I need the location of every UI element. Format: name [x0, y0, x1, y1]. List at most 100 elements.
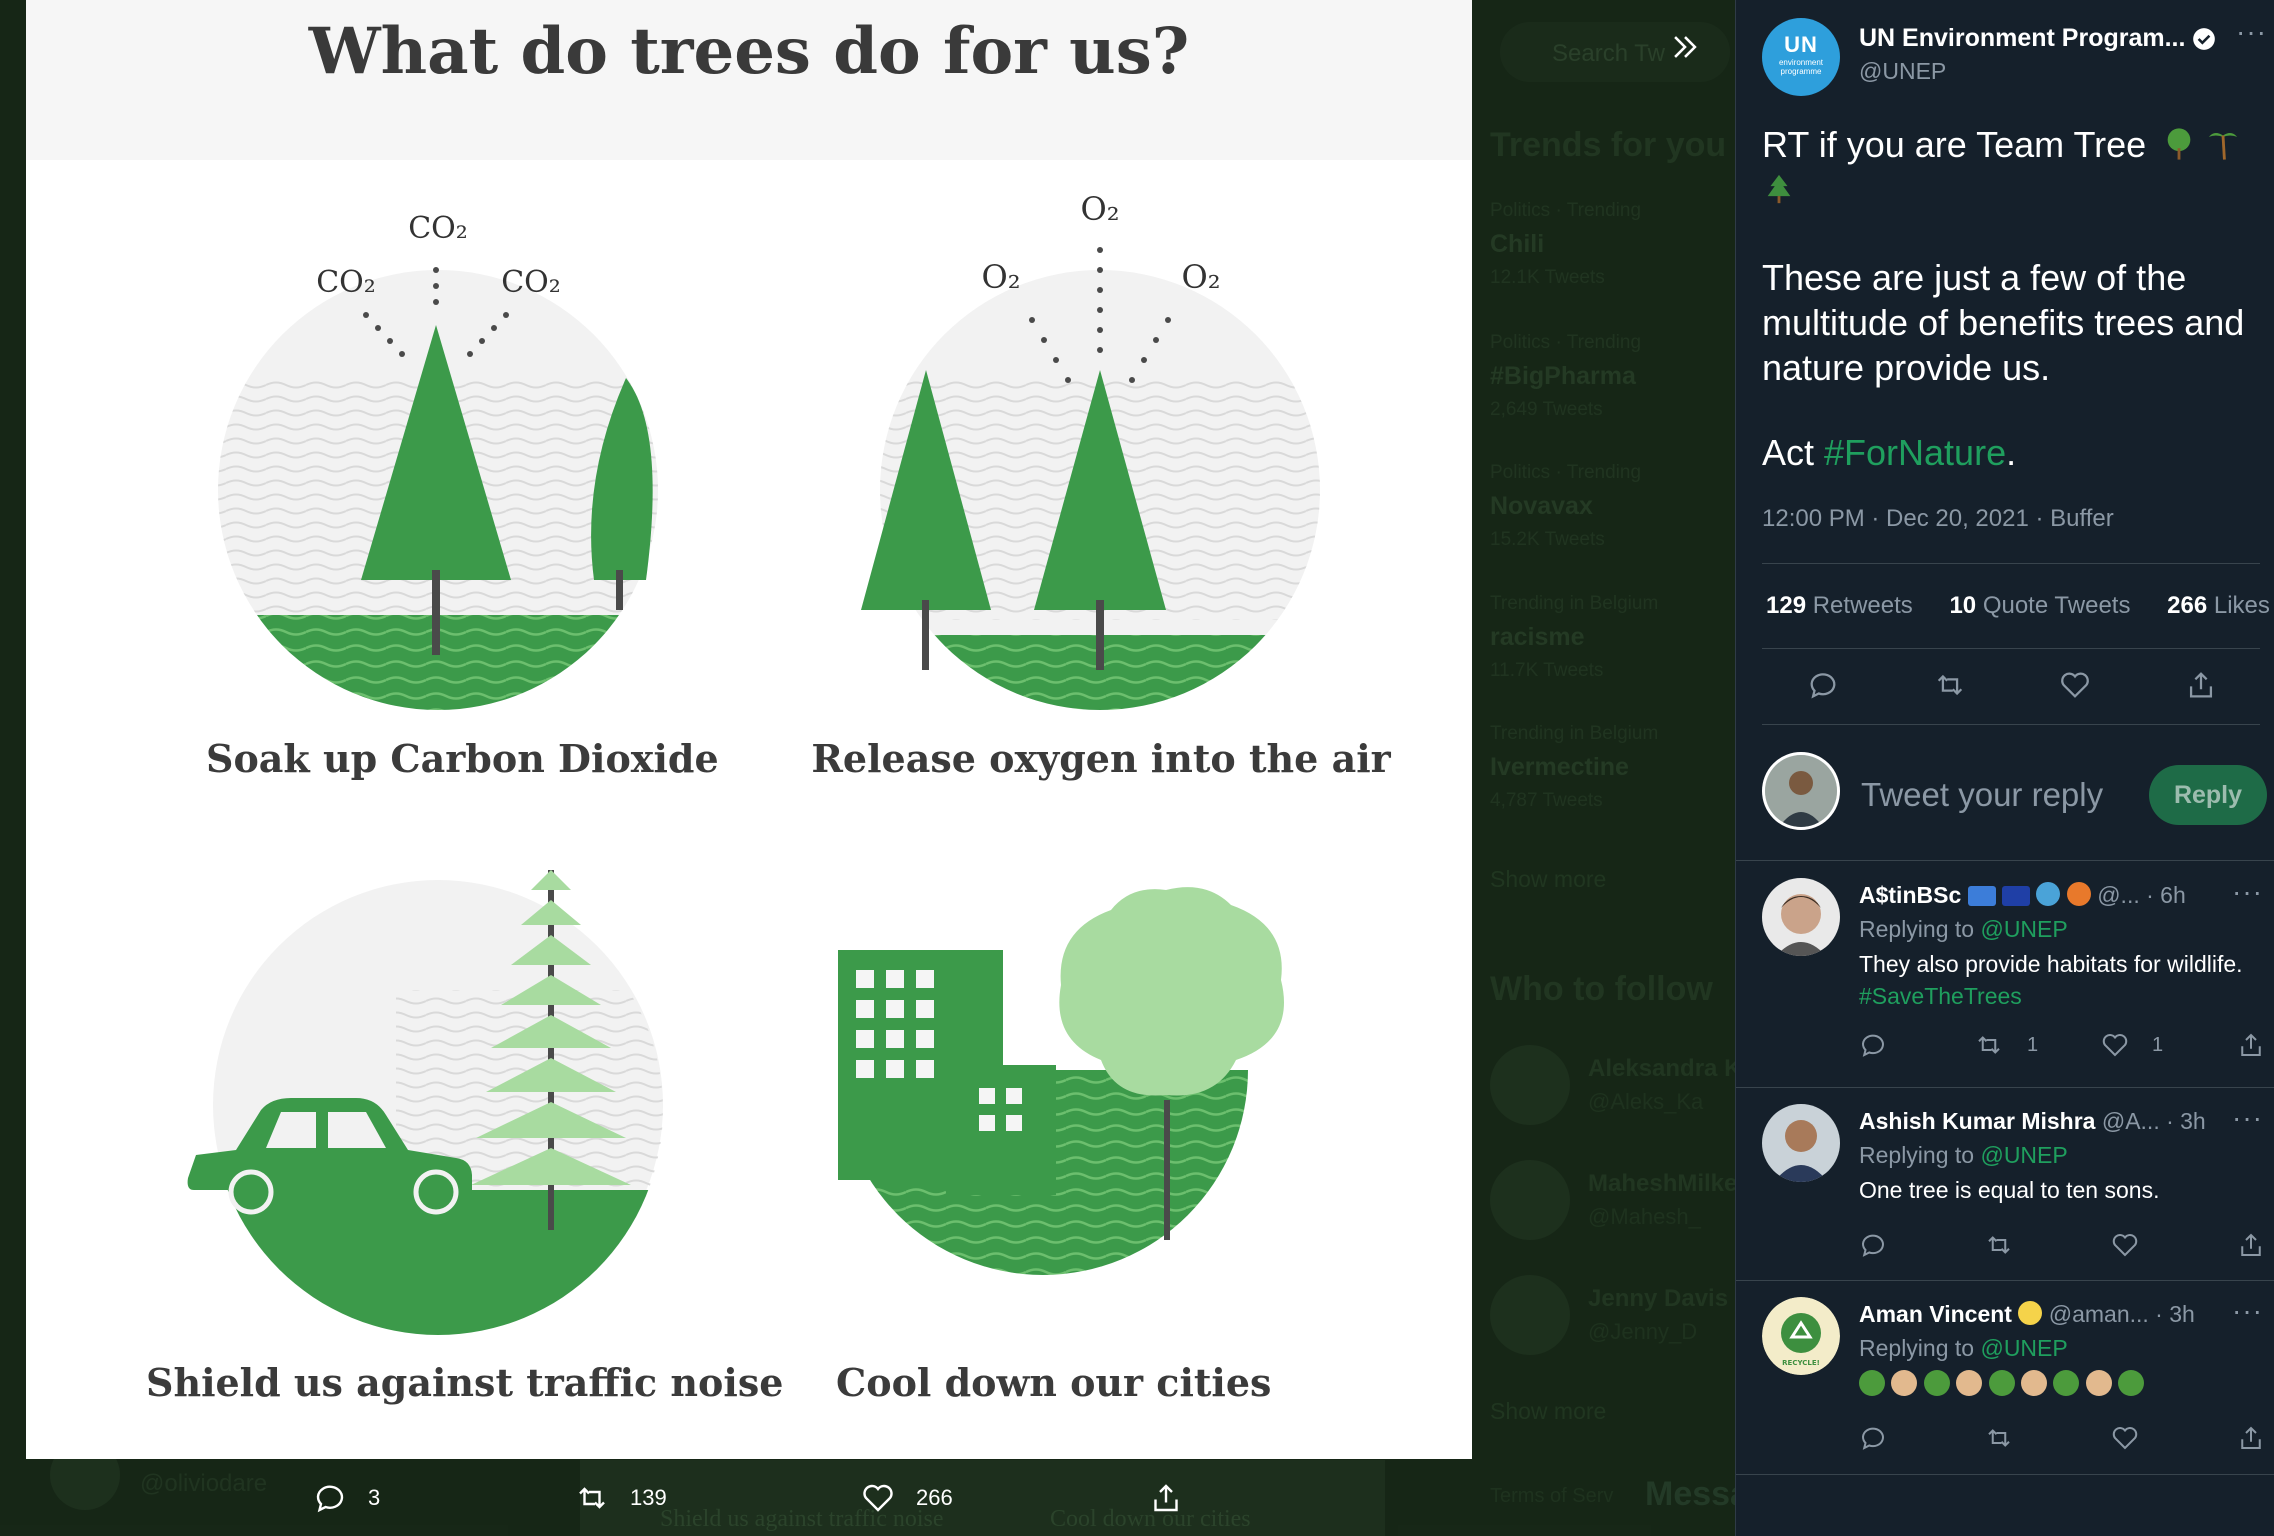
more-options-icon[interactable]: ···	[2236, 16, 2267, 48]
caption-traffic-noise: Shield us against traffic noise	[146, 1360, 784, 1405]
divider	[1736, 1474, 2274, 1475]
author-handle[interactable]: @UNEP	[1859, 58, 1946, 85]
tweet-text-paragraph: These are just a few of the multitude of…	[1762, 257, 2245, 388]
folded-hands-icon	[2020, 1370, 2047, 1396]
avatar-logo-text: UN	[1784, 32, 1818, 57]
hashtag-savethetrees-link[interactable]: #SaveTheTrees	[1859, 983, 2022, 1009]
svg-text:CO₂: CO₂	[501, 265, 561, 300]
collapse-panel-icon[interactable]	[1668, 30, 1702, 64]
caption-soak-co2: Soak up Carbon Dioxide	[206, 736, 719, 781]
more-options-icon[interactable]: ···	[2232, 876, 2263, 908]
share-icon[interactable]	[2236, 1230, 2266, 1260]
fox-icon	[2066, 882, 2091, 906]
reply-author[interactable]: A$tinBSc @... · 6h	[1859, 882, 2186, 909]
divider	[1762, 648, 2260, 649]
tree-icon	[1859, 1370, 1885, 1396]
likes-stat[interactable]: 266 Likes	[2167, 592, 2270, 619]
deciduous-tree-icon	[2167, 128, 2191, 160]
reply-icon[interactable]	[1806, 668, 1840, 702]
divider	[1736, 860, 2274, 861]
palm-tree-icon	[2209, 132, 2238, 160]
retweet-icon[interactable]	[1974, 1030, 2004, 1060]
mention-link[interactable]: @UNEP	[1980, 1142, 2067, 1168]
more-options-icon[interactable]: ···	[2232, 1295, 2263, 1327]
reply-author[interactable]: Aman Vincent @aman... · 3h	[1859, 1301, 2195, 1328]
divider	[1762, 563, 2260, 564]
mention-link[interactable]: @UNEP	[1980, 1335, 2067, 1361]
author-name[interactable]: UN Environment Program...	[1859, 24, 2185, 53]
folded-hands-icon	[2085, 1370, 2112, 1396]
reply-author[interactable]: Ashish Kumar Mishra @A... · 3h	[1859, 1108, 2206, 1135]
heart-icon[interactable]	[2100, 1030, 2130, 1060]
avatar[interactable]: RECYCLE!	[1762, 1297, 1840, 1375]
caption-release-oxygen: Release oxygen into the air	[811, 736, 1391, 781]
reply-icon	[316, 1485, 344, 1513]
share-icon[interactable]	[2236, 1030, 2266, 1060]
reply-button[interactable]: Reply	[2149, 765, 2267, 825]
more-options-icon[interactable]: ···	[2232, 1102, 2263, 1134]
recycle-logo-icon: RECYCLE!	[1762, 1297, 1840, 1375]
mention-link[interactable]: @UNEP	[1980, 916, 2067, 942]
verified-badge-icon	[2193, 28, 2215, 50]
retweet-icon[interactable]	[1933, 668, 1967, 702]
panel-co2: CO₂ CO₂ CO₂	[218, 211, 658, 710]
media-like-button[interactable]: 266	[860, 1470, 953, 1526]
folded-hands-icon	[1891, 1370, 1918, 1396]
retweet-icon[interactable]	[1984, 1230, 2014, 1260]
retweet-count: 1	[2027, 1034, 2039, 1056]
reply-text: They also provide habitats for wildlife.…	[1859, 951, 2243, 1009]
divider	[1736, 1087, 2274, 1088]
globe-icon	[2036, 882, 2061, 906]
un-flag-icon	[1967, 886, 1996, 906]
reply-input[interactable]: Tweet your reply	[1861, 776, 2103, 814]
avatar[interactable]	[1762, 1104, 1840, 1182]
media-share-button[interactable]	[1148, 1470, 1184, 1526]
tweet-stats: 129 Retweets 10 Quote Tweets 266 Likes	[1766, 592, 2270, 620]
media-retweet-button[interactable]: 139	[574, 1470, 667, 1526]
heart-icon[interactable]	[2110, 1230, 2140, 1260]
retweet-count: 139	[630, 1485, 667, 1510]
panel-cities	[838, 887, 1284, 1275]
reply-icon[interactable]	[1858, 1230, 1888, 1260]
tweet-timestamp[interactable]: 12:00 PM · Dec 20, 2021 · Buffer	[1762, 505, 2114, 533]
reply-text: One tree is equal to ten sons.	[1859, 1177, 2160, 1203]
heart-icon[interactable]	[2058, 668, 2092, 702]
act-prefix: Act	[1762, 432, 1825, 473]
retweets-stat[interactable]: 129 Retweets	[1766, 592, 1913, 619]
avatar[interactable]: UN environment programme	[1762, 18, 1840, 96]
avatar-logo-subtext: environment programme	[1778, 58, 1824, 76]
tweet-text-act: Act #ForNature.	[1762, 430, 2016, 475]
tree-icon	[2053, 1370, 2080, 1396]
heart-icon[interactable]	[2110, 1423, 2140, 1453]
replying-to: Replying to @UNEP	[1859, 916, 2068, 942]
quote-tweets-stat[interactable]: 10 Quote Tweets	[1949, 592, 2130, 619]
panel-traffic	[187, 870, 663, 1335]
tweet-media-image[interactable]: What do trees do for us? CO₂ CO₂ CO₂ O₂ …	[26, 0, 1472, 1459]
share-icon[interactable]	[2184, 668, 2218, 702]
share-icon[interactable]	[2236, 1423, 2266, 1453]
svg-text:RECYCLE!: RECYCLE!	[1782, 1359, 1820, 1367]
folded-hands-icon	[1956, 1370, 1983, 1396]
act-suffix: .	[2006, 432, 2017, 473]
caption-cool-cities: Cool down our cities	[836, 1360, 1272, 1405]
replying-to: Replying to @UNEP	[1859, 1335, 2068, 1361]
svg-text:O₂: O₂	[981, 258, 1020, 296]
like-count: 266	[916, 1485, 953, 1510]
share-icon	[1154, 1484, 1178, 1512]
hashtag-fornature-link[interactable]: #ForNature	[1824, 432, 2006, 473]
retweet-icon[interactable]	[1984, 1423, 2014, 1453]
avatar	[1762, 752, 1840, 830]
eu-flag-icon	[2002, 886, 2031, 906]
svg-text:CO₂: CO₂	[408, 211, 468, 246]
svg-text:O₂: O₂	[1181, 258, 1220, 296]
media-reply-button[interactable]: 3	[312, 1470, 380, 1526]
reply-icon[interactable]	[1858, 1030, 1888, 1060]
avatar[interactable]	[1762, 878, 1840, 956]
evergreen-tree-icon	[1767, 174, 1791, 204]
like-count: 1	[2152, 1034, 2164, 1056]
tree-icon	[1923, 1370, 1950, 1396]
divider	[1736, 1280, 2274, 1281]
replying-to: Replying to @UNEP	[1859, 1142, 2068, 1168]
light-bulb-icon	[2018, 1301, 2043, 1325]
reply-icon[interactable]	[1858, 1423, 1888, 1453]
